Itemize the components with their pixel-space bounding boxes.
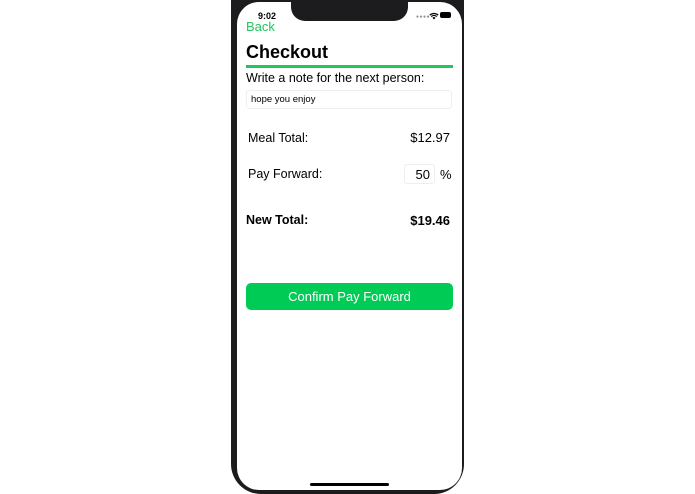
signal-icon: ●●●● [416,14,431,20]
page-title: Checkout [246,42,329,62]
percent-sign: % [440,167,452,182]
pay-forward-input[interactable] [404,164,435,184]
notch [291,2,408,21]
meal-total-label: Meal Total: [248,131,309,145]
note-label: Write a note for the next person: [246,71,425,85]
new-total-label: New Total: [246,213,309,227]
new-total-value: $19.46 [410,213,450,228]
home-indicator [310,483,389,486]
confirm-pay-forward-button[interactable]: Confirm Pay Forward [246,283,453,310]
title-underline [246,65,453,68]
battery-icon [440,12,451,18]
meal-total-value: $12.97 [410,130,450,145]
note-input[interactable] [246,90,452,109]
status-icons: ●●●● [416,11,451,20]
phone-screen: 9:02 ●●●● Back Checkout Write a note for… [237,2,462,490]
pay-forward-label: Pay Forward: [248,167,323,181]
back-link[interactable]: Back [246,19,275,34]
wifi-icon [429,12,439,20]
